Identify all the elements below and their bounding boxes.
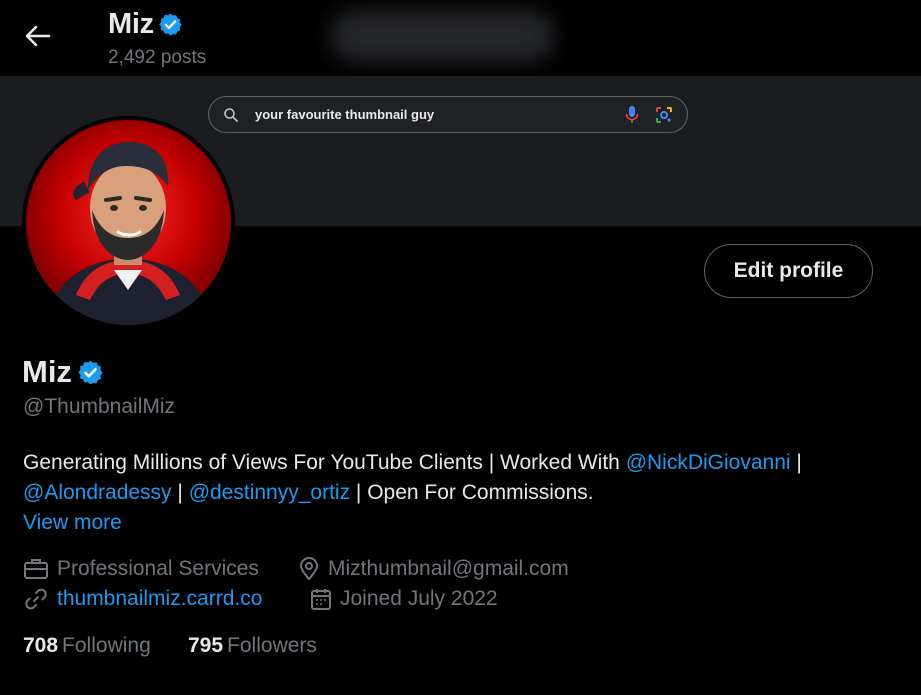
bio-text: Generating Millions of Views For YouTube… (23, 451, 626, 474)
profile-bio: Generating Millions of Views For YouTube… (23, 448, 903, 508)
followers-label: Followers (227, 634, 317, 657)
view-more-link[interactable]: View more (23, 511, 122, 535)
bio-separator: | (171, 481, 189, 504)
verified-badge-icon[interactable] (77, 359, 104, 386)
microphone-icon (625, 106, 639, 123)
link-icon (25, 588, 47, 610)
banner-search-bar: your favourite thumbnail guy (208, 96, 688, 133)
arrow-left-icon (25, 25, 51, 47)
avatar-image (26, 120, 231, 325)
website-link[interactable]: thumbnailmiz.carrd.co (57, 587, 262, 611)
following-link[interactable]: 708 Following (23, 634, 151, 658)
followers-link[interactable]: 795 Followers (188, 634, 317, 658)
camera-lens-icon (656, 107, 672, 123)
briefcase-icon (24, 559, 48, 579)
location-text: Mizthumbnail@gmail.com (328, 557, 569, 580)
search-query-text: your favourite thumbnail guy (255, 107, 435, 122)
header-post-count: 2,492 posts (108, 47, 207, 68)
profile-header-bar: Miz 2,492 posts (0, 0, 921, 76)
calendar-icon (311, 589, 331, 610)
category-text: Professional Services (57, 557, 259, 580)
location-pin-icon (299, 557, 319, 581)
profile-name: Miz (22, 354, 72, 389)
followers-count: 795 (188, 634, 224, 657)
verified-badge-icon (159, 13, 182, 36)
profile-joined: Joined July 2022 (310, 587, 498, 611)
search-icon (224, 108, 238, 122)
header-name-row: Miz (108, 8, 183, 41)
profile-name-row: Miz (22, 354, 104, 390)
bio-mention-link[interactable]: @destinnyy_ortiz (189, 481, 350, 504)
profile-category: Professional Services (23, 557, 259, 581)
bio-mention-link[interactable]: @NickDiGiovanni (626, 451, 791, 474)
joined-text: Joined July 2022 (340, 587, 498, 610)
profile-avatar[interactable] (22, 116, 235, 329)
blurred-region (330, 10, 555, 62)
following-label: Following (62, 634, 151, 657)
following-count: 708 (23, 634, 59, 657)
bio-separator: | (790, 451, 802, 474)
header-name: Miz (108, 8, 154, 40)
profile-handle: @ThumbnailMiz (23, 395, 176, 418)
bio-mention-link[interactable]: @Alondradessy (23, 481, 172, 504)
profile-website: thumbnailmiz.carrd.co (23, 587, 262, 611)
edit-profile-button[interactable]: Edit profile (704, 244, 873, 298)
back-button[interactable] (18, 18, 58, 54)
profile-location: Mizthumbnail@gmail.com (298, 557, 569, 581)
bio-text: | Open For Commissions. (350, 481, 594, 504)
avatar-illustration (46, 142, 211, 325)
